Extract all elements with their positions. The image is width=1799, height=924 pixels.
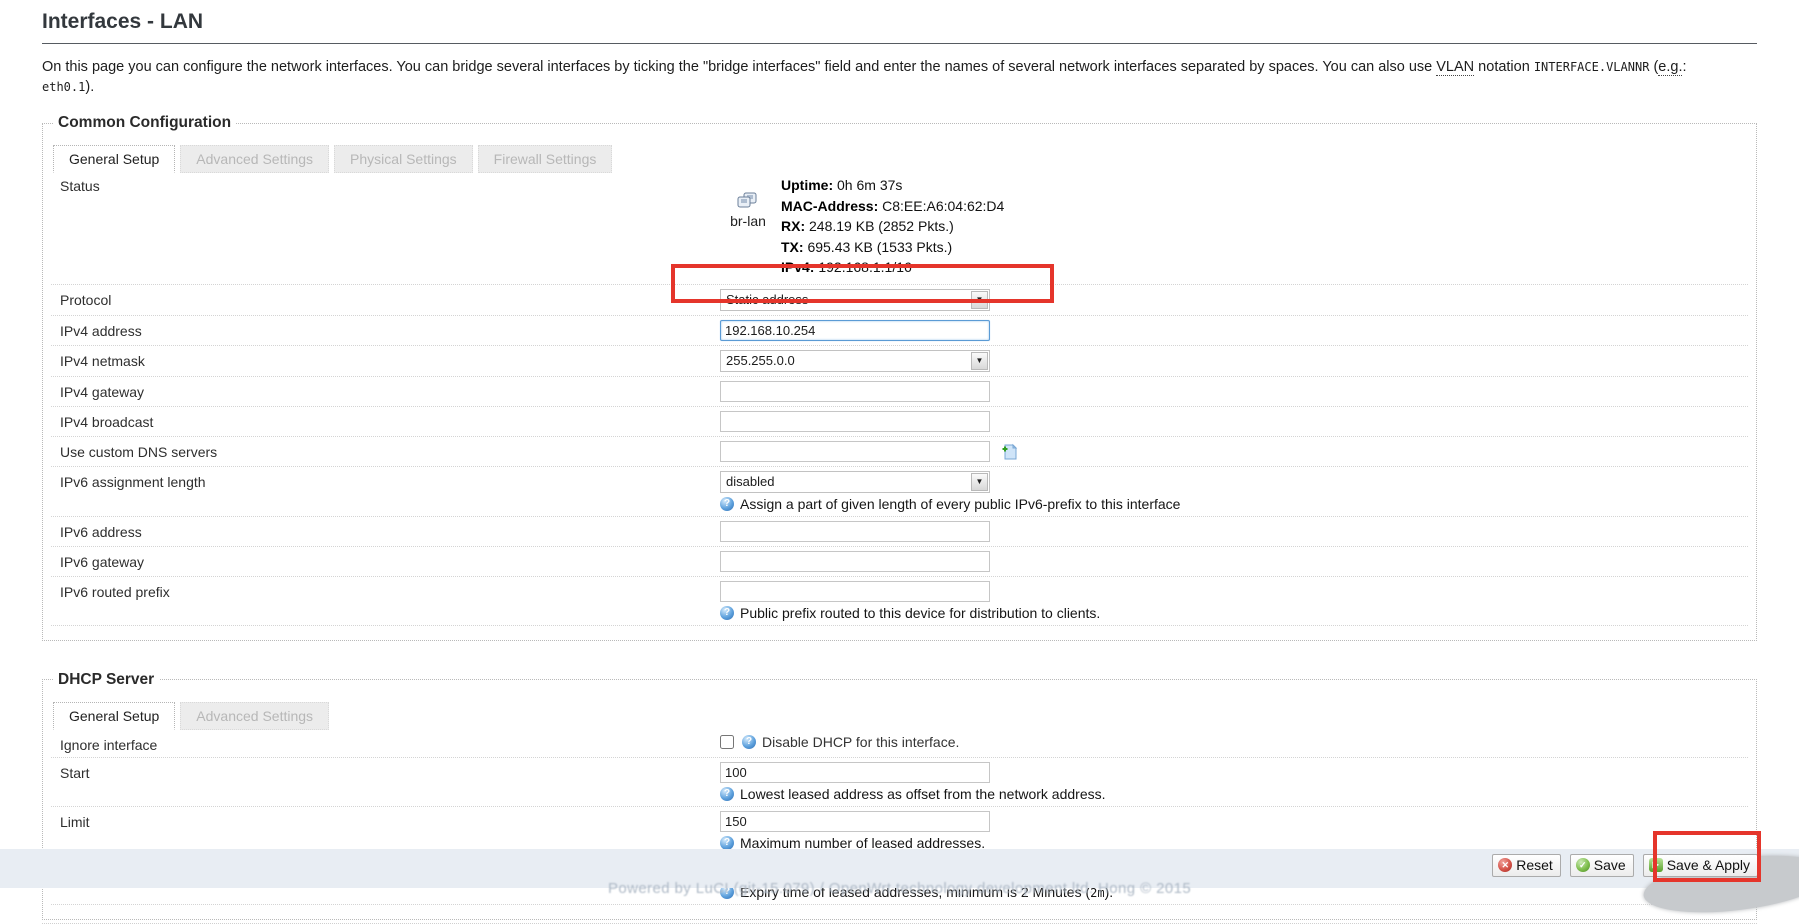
help-icon: ? bbox=[720, 836, 734, 850]
ipv4-address-input[interactable] bbox=[720, 320, 990, 341]
ipv6-routed-prefix-help: ? Public prefix routed to this device fo… bbox=[720, 605, 1748, 621]
ipv6-routed-prefix-row: IPv6 routed prefix ? Public prefix route… bbox=[51, 577, 1748, 626]
bridge-interface-icon bbox=[735, 192, 761, 210]
status-label: Status bbox=[60, 175, 720, 194]
reset-button[interactable]: ✕Reset bbox=[1492, 854, 1561, 877]
custom-dns-row: Use custom DNS servers bbox=[51, 437, 1748, 467]
ipv4-broadcast-label: IPv4 broadcast bbox=[60, 411, 720, 430]
ipv4-gateway-row: IPv4 gateway bbox=[51, 377, 1748, 407]
mac-value: C8:EE:A6:04:62:D4 bbox=[882, 198, 1004, 214]
dhcp-tab-advanced-settings[interactable]: Advanced Settings bbox=[180, 702, 329, 730]
tab-general-setup[interactable]: General Setup bbox=[53, 145, 175, 173]
ipv6-gateway-row: IPv6 gateway bbox=[51, 547, 1748, 577]
chevron-down-icon[interactable]: ▼ bbox=[971, 352, 988, 370]
page-description: On this page you can configure the netwo… bbox=[42, 57, 1757, 97]
rx-value: 248.19 KB (2852 Pkts.) bbox=[809, 218, 954, 234]
ipv6-assignment-select[interactable]: disabled ▼ bbox=[720, 471, 990, 493]
ipv6-routed-prefix-input[interactable] bbox=[720, 581, 990, 602]
interface-config-page: Interfaces - LAN On this page you can co… bbox=[0, 0, 1799, 924]
action-buttons: ✕Reset ✓Save ▶Save & Apply bbox=[1492, 854, 1758, 877]
eth-example-code: eth0.1 bbox=[42, 80, 85, 94]
dhcp-start-help: ? Lowest leased address as offset from t… bbox=[720, 786, 1748, 802]
save-apply-button[interactable]: ▶Save & Apply bbox=[1643, 854, 1758, 877]
ipv4-address-label: IPv4 address bbox=[60, 320, 720, 339]
save-icon: ✓ bbox=[1576, 858, 1590, 872]
tx-value: 695.43 KB (1533 Pkts.) bbox=[807, 239, 952, 255]
uptime-value: 0h 6m 37s bbox=[837, 177, 902, 193]
ipv6-address-label: IPv6 address bbox=[60, 521, 720, 540]
ipv4-gateway-label: IPv4 gateway bbox=[60, 381, 720, 400]
dhcp-start-label: Start bbox=[60, 762, 720, 781]
tab-firewall-settings[interactable]: Firewall Settings bbox=[478, 145, 613, 173]
footer-text: Powered by LuCI (git-15.079) / OpenWrt t… bbox=[0, 880, 1799, 897]
dhcp-tabs: General Setup Advanced Settings bbox=[53, 702, 1748, 730]
ipv6-gateway-label: IPv6 gateway bbox=[60, 551, 720, 570]
bridge-device-name: br-lan bbox=[720, 213, 776, 229]
dhcp-abbr: DHCP bbox=[813, 734, 852, 750]
help-icon: ? bbox=[720, 606, 734, 620]
eg-abbr: e.g. bbox=[1658, 59, 1682, 76]
ipv6-assignment-row: IPv6 assignment length disabled ▼ ? Assi… bbox=[51, 467, 1748, 517]
ipv4-broadcast-input[interactable] bbox=[720, 411, 990, 432]
common-configuration-section: Common Configuration General Setup Advan… bbox=[42, 114, 1757, 641]
help-icon: ? bbox=[742, 735, 756, 749]
add-entry-icon[interactable] bbox=[1001, 442, 1018, 461]
ignore-interface-label: Ignore interface bbox=[60, 734, 720, 753]
ipv4-status-value: 192.168.1.1/16 bbox=[818, 259, 911, 275]
dhcp-server-legend: DHCP Server bbox=[53, 671, 159, 689]
protocol-label: Protocol bbox=[60, 289, 720, 308]
ipv4-netmask-label: IPv4 netmask bbox=[60, 350, 720, 369]
ipv4-gateway-input[interactable] bbox=[720, 381, 990, 402]
ipv4-netmask-select[interactable]: 255.255.0.0 ▼ bbox=[720, 350, 990, 372]
common-config-tabs: General Setup Advanced Settings Physical… bbox=[53, 145, 1748, 173]
page-title: Interfaces - LAN bbox=[42, 10, 1757, 44]
ipv6-assignment-help: ? Assign a part of given length of every… bbox=[720, 496, 1748, 512]
tab-physical-settings[interactable]: Physical Settings bbox=[334, 145, 473, 173]
protocol-row: Protocol Static address ▼ bbox=[51, 285, 1748, 316]
ignore-interface-help: Disable DHCP for this interface. bbox=[762, 734, 959, 750]
ipv6-address-input[interactable] bbox=[720, 521, 990, 542]
custom-dns-label: Use custom DNS servers bbox=[60, 441, 720, 460]
ipv4-netmask-row: IPv4 netmask 255.255.0.0 ▼ bbox=[51, 346, 1748, 377]
ipv6-assignment-label: IPv6 assignment length bbox=[60, 471, 720, 490]
reset-icon: ✕ bbox=[1498, 858, 1512, 872]
dhcp-limit-label: Limit bbox=[60, 811, 720, 830]
help-icon: ? bbox=[720, 497, 734, 511]
interface-vlannr-code: INTERFACE.VLANNR bbox=[1534, 60, 1650, 74]
content-divider bbox=[42, 920, 1757, 924]
disable-dhcp-checkbox[interactable] bbox=[720, 735, 734, 749]
description-text: On this page you can configure the netwo… bbox=[42, 59, 1436, 75]
dhcp-tab-general-setup[interactable]: General Setup bbox=[53, 702, 175, 730]
chevron-down-icon[interactable]: ▼ bbox=[971, 291, 988, 309]
dhcp-start-row: Start ? Lowest leased address as offset … bbox=[51, 758, 1748, 807]
apply-icon: ▶ bbox=[1649, 858, 1663, 872]
protocol-select[interactable]: Static address ▼ bbox=[720, 289, 990, 311]
status-row: Status br-lan bbox=[51, 173, 1748, 285]
custom-dns-input[interactable] bbox=[720, 441, 990, 462]
common-configuration-legend: Common Configuration bbox=[53, 114, 236, 132]
dhcp-start-input[interactable] bbox=[720, 762, 990, 783]
tab-advanced-settings[interactable]: Advanced Settings bbox=[180, 145, 329, 173]
ipv4-broadcast-row: IPv4 broadcast bbox=[51, 407, 1748, 437]
ipv6-gateway-input[interactable] bbox=[720, 551, 990, 572]
vlan-abbr: VLAN bbox=[1436, 59, 1474, 76]
dhcp-limit-input[interactable] bbox=[720, 811, 990, 832]
ipv6-routed-prefix-label: IPv6 routed prefix bbox=[60, 581, 720, 600]
chevron-down-icon[interactable]: ▼ bbox=[971, 473, 988, 491]
bridge-device: br-lan bbox=[720, 175, 776, 229]
save-button[interactable]: ✓Save bbox=[1570, 854, 1634, 877]
status-info: Uptime: 0h 6m 37s MAC-Address: C8:EE:A6:… bbox=[781, 175, 1004, 278]
ipv4-address-row: IPv4 address bbox=[51, 316, 1748, 346]
help-icon: ? bbox=[720, 787, 734, 801]
ipv6-address-row: IPv6 address bbox=[51, 517, 1748, 547]
ignore-interface-row: Ignore interface ? Disable DHCP for this… bbox=[51, 730, 1748, 758]
